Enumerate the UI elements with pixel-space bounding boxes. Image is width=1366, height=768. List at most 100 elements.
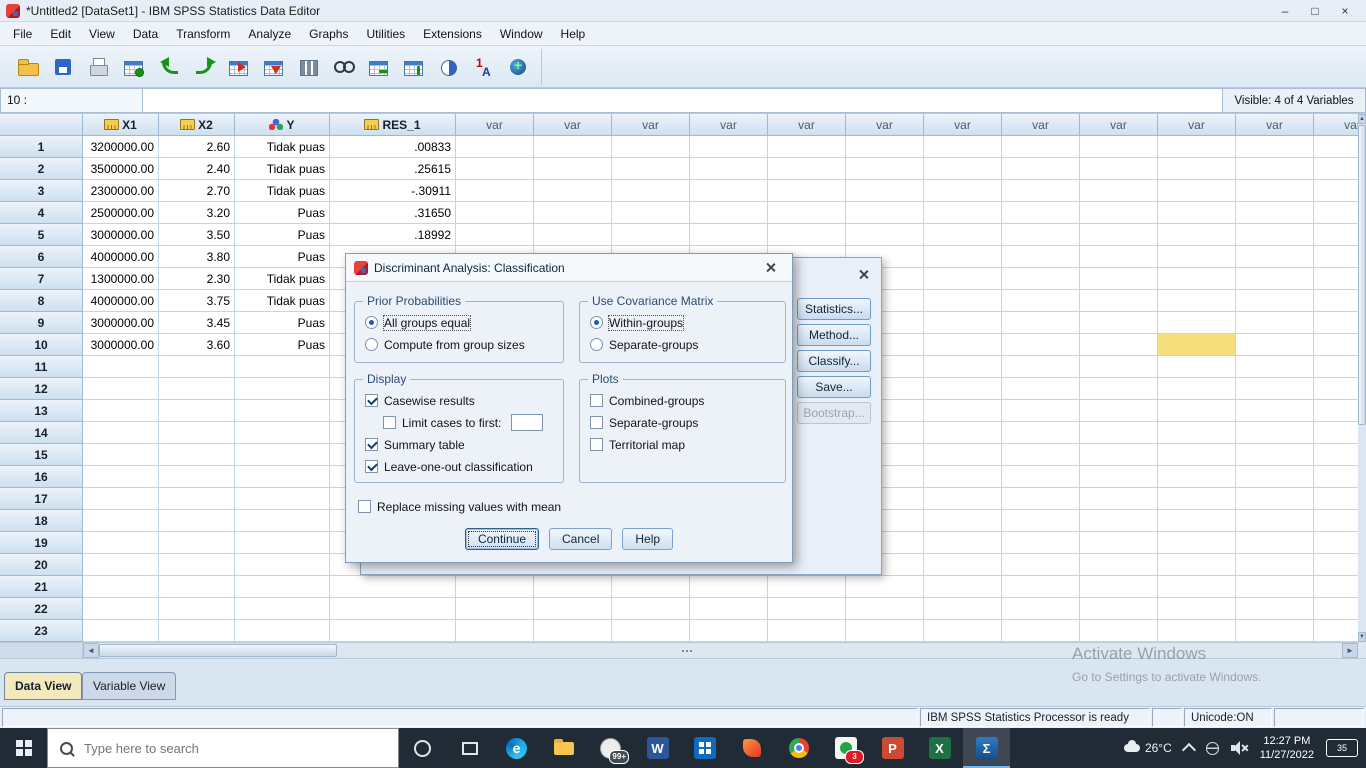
cell-x2[interactable] [159,532,235,554]
row-number[interactable]: 5 [0,224,83,246]
insert-cases-icon[interactable] [363,52,393,82]
cancel-button[interactable]: Cancel [549,528,612,550]
empty-cell[interactable] [1002,400,1080,422]
cell-y[interactable] [235,466,330,488]
pane-splitter-handle[interactable] [676,646,698,656]
help-button[interactable]: Help [622,528,673,550]
scroll-up-icon[interactable]: ▲ [1358,114,1366,124]
empty-cell[interactable] [1314,576,1358,598]
empty-cell[interactable] [1158,400,1236,422]
row-number[interactable]: 17 [0,488,83,510]
separate-groups-checkbox[interactable]: Separate-groups [590,414,779,431]
empty-cell[interactable] [1236,202,1314,224]
chat-app-button[interactable]: 3 [822,728,869,768]
save-data-icon[interactable] [48,52,78,82]
minimize-button[interactable]: – [1270,1,1300,21]
row-number[interactable]: 12 [0,378,83,400]
empty-cell[interactable] [846,136,924,158]
empty-cell[interactable] [1158,290,1236,312]
empty-cell[interactable] [1158,158,1236,180]
compute-from-group-sizes-radio[interactable]: Compute from group sizes [365,336,557,353]
cell-y[interactable] [235,422,330,444]
empty-cell[interactable] [1314,554,1358,576]
scroll-down-icon[interactable]: ▼ [1358,632,1366,642]
cell-y[interactable]: Puas [235,246,330,268]
menu-item-graphs[interactable]: Graphs [300,24,357,44]
menu-item-transform[interactable]: Transform [167,24,239,44]
empty-cell[interactable] [1236,290,1314,312]
cell-x1[interactable] [83,488,159,510]
empty-cell[interactable] [846,158,924,180]
empty-cell[interactable] [1002,620,1080,642]
menu-item-analyze[interactable]: Analyze [239,24,300,44]
cell-y[interactable] [235,444,330,466]
empty-cell[interactable] [1080,180,1158,202]
empty-cell[interactable] [768,136,846,158]
empty-cell[interactable] [1236,158,1314,180]
empty-cell[interactable] [924,554,1002,576]
empty-cell[interactable] [1236,136,1314,158]
cell-x1[interactable]: 3000000.00 [83,224,159,246]
empty-cell[interactable] [1158,312,1236,334]
empty-cell[interactable] [612,158,690,180]
cell-x1[interactable]: 2300000.00 [83,180,159,202]
cell-y[interactable]: Puas [235,202,330,224]
search-input[interactable] [82,740,386,757]
empty-cell[interactable] [1080,312,1158,334]
cell-x2[interactable]: 2.30 [159,268,235,290]
empty-cell[interactable] [534,180,612,202]
menu-item-window[interactable]: Window [491,24,552,44]
empty-cell[interactable] [1314,246,1358,268]
empty-cell[interactable] [690,202,768,224]
empty-cell[interactable] [1080,444,1158,466]
cell-x2[interactable]: 3.80 [159,246,235,268]
empty-cell[interactable] [1314,312,1358,334]
empty-cell[interactable] [1314,290,1358,312]
empty-cell[interactable] [690,136,768,158]
empty-cell[interactable] [534,136,612,158]
tab-variable-view[interactable]: Variable View [82,672,176,700]
empty-cell[interactable] [924,422,1002,444]
empty-cell[interactable] [768,224,846,246]
empty-cell[interactable] [846,180,924,202]
cell-x2[interactable] [159,620,235,642]
cell-y[interactable] [235,400,330,422]
empty-cell[interactable] [1236,598,1314,620]
territorial-map-checkbox[interactable]: Territorial map [590,436,779,453]
cell-x1[interactable] [83,466,159,488]
column-header-y[interactable]: Y [235,114,330,136]
cell-y[interactable]: Tidak puas [235,136,330,158]
cell-res-1[interactable]: .18992 [330,224,456,246]
row-number[interactable]: 20 [0,554,83,576]
cell-res-1[interactable]: -.30911 [330,180,456,202]
empty-cell[interactable] [1158,422,1236,444]
cell-y[interactable] [235,554,330,576]
cell-x2[interactable]: 3.20 [159,202,235,224]
var-column-header[interactable]: var [612,114,690,136]
empty-cell[interactable] [1236,246,1314,268]
column-header-x2[interactable]: X2 [159,114,235,136]
cell-x1[interactable] [83,510,159,532]
empty-cell[interactable] [534,158,612,180]
empty-cell[interactable] [1080,620,1158,642]
empty-cell[interactable] [924,400,1002,422]
leave-one-out-classification-checkbox[interactable]: Leave-one-out classification [365,458,557,475]
cell-x2[interactable]: 3.45 [159,312,235,334]
cell-x1[interactable] [83,400,159,422]
maximize-button[interactable]: □ [1300,1,1330,21]
empty-cell[interactable] [1002,224,1080,246]
replace-missing-checkbox[interactable]: Replace missing values with mean [358,498,561,515]
empty-cell[interactable] [1314,378,1358,400]
row-number[interactable]: 6 [0,246,83,268]
empty-cell[interactable] [1002,444,1080,466]
cell-x2[interactable] [159,444,235,466]
empty-cell[interactable] [612,620,690,642]
empty-cell[interactable] [846,620,924,642]
empty-cell[interactable] [924,620,1002,642]
cell-y[interactable]: Puas [235,312,330,334]
cell-x1[interactable] [83,620,159,642]
empty-cell[interactable] [1002,356,1080,378]
empty-cell[interactable] [1236,532,1314,554]
empty-cell[interactable] [1314,334,1358,356]
empty-cell[interactable] [1158,202,1236,224]
